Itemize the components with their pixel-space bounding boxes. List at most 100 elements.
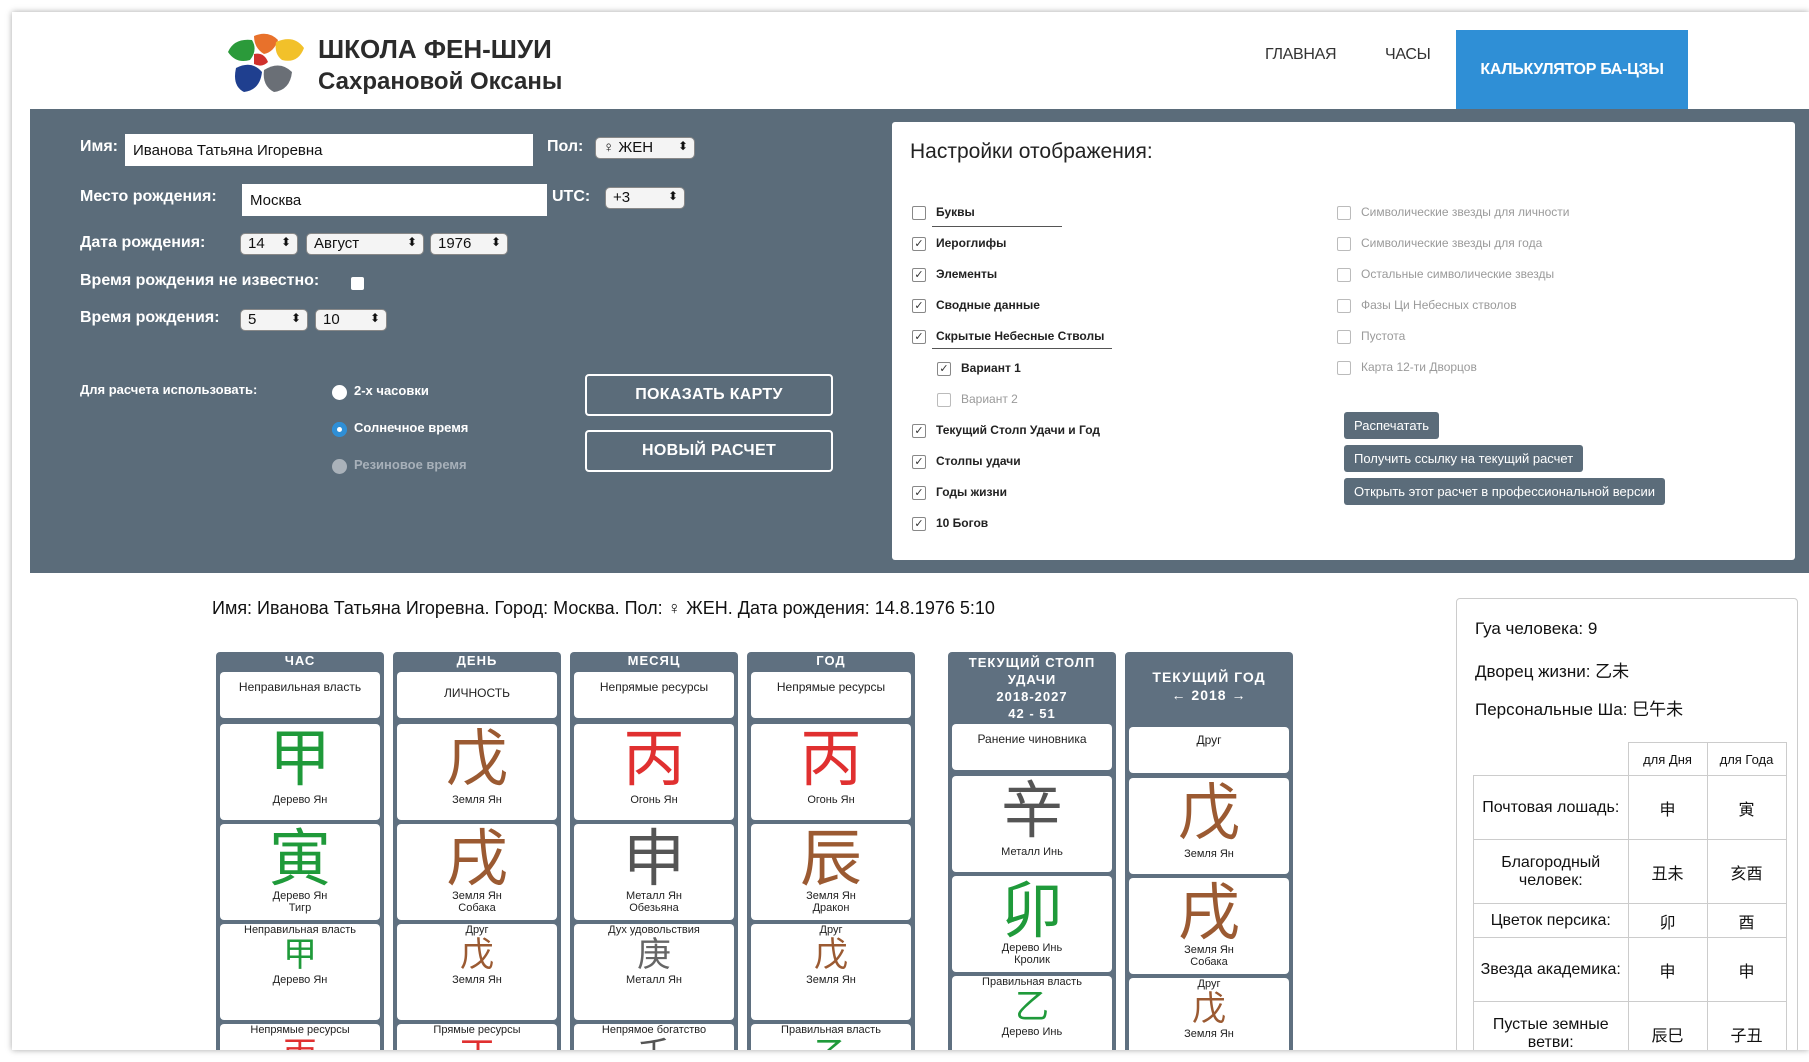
- table-row: Благородный человек: 丑未 亥酉: [1473, 839, 1787, 904]
- site-header: ШКОЛА ФЕН-ШУИ Сахрановой Оксаны ГЛАВНАЯ …: [12, 12, 1809, 109]
- calc-method-label: Для расчета использовать:: [80, 382, 258, 397]
- option-year-stars-label: Символические звезды для года: [1361, 236, 1543, 250]
- option-ten-gods-label: 10 Богов: [936, 516, 989, 530]
- hidden-glyph: 乙: [1015, 987, 1049, 1027]
- branch-element: Дерево Инь: [1001, 942, 1063, 954]
- branch-glyph: 戌: [1177, 878, 1240, 949]
- heavenly-stem: 甲 Дерево Ян: [220, 724, 380, 820]
- select-arrows-icon: ⬍: [406, 235, 417, 249]
- place-input[interactable]: [242, 184, 547, 216]
- option-void-label: Пустота: [1361, 329, 1406, 343]
- star-name: Цветок персика:: [1473, 903, 1629, 938]
- stem-glyph: 丙: [799, 724, 862, 795]
- branch-glyph: 寅: [268, 824, 331, 895]
- branch-element: Земля Ян: [806, 890, 856, 902]
- star-day: 卯: [1627, 903, 1708, 938]
- hidden-stem-2: Непрямые ресурсы 丙: [220, 1024, 380, 1050]
- month-value: Август: [314, 235, 360, 252]
- radio-solar-time-label: Солнечное время: [354, 420, 469, 435]
- option-variant2-checkbox[interactable]: [937, 393, 951, 407]
- hidden-element: Дерево Инь: [1001, 1026, 1063, 1038]
- new-calculation-button[interactable]: НОВЫЙ РАСЧЕТ: [585, 430, 833, 472]
- star-day: 申: [1627, 937, 1708, 1002]
- table-row: Пустые земные ветви: 辰巳 子丑: [1473, 1001, 1787, 1050]
- utc-label: UTC:: [552, 188, 591, 205]
- hour-value: 5: [248, 311, 257, 328]
- year-header: ТЕКУЩИЙ ГОД ← 2018 →: [1125, 652, 1293, 722]
- hour-select[interactable]: 5 ⬍: [240, 309, 308, 331]
- year-select[interactable]: 1976 ⬍: [430, 233, 508, 255]
- minute-select[interactable]: 10 ⬍: [315, 309, 387, 331]
- option-current-luck-checkbox[interactable]: ✓: [912, 424, 926, 438]
- radio-solar-time[interactable]: [332, 422, 347, 437]
- name-input[interactable]: [125, 134, 533, 166]
- stem-element: Земля Ян: [1184, 848, 1234, 860]
- option-other-stars-checkbox[interactable]: [1337, 268, 1351, 282]
- stem-glyph: 甲: [268, 724, 331, 795]
- hidden-stem-1: Друг 戊 Земля Ян: [397, 924, 557, 1020]
- hidden-element: Земля Ян: [1184, 1028, 1234, 1040]
- stem-element: Земля Ян: [452, 794, 502, 806]
- table-row: Цветок персика: 卯 酉: [1473, 903, 1787, 938]
- stem-glyph: 丙: [622, 724, 685, 795]
- nav-clock[interactable]: ЧАСЫ: [1385, 46, 1431, 64]
- option-luck-pillars-checkbox[interactable]: ✓: [912, 455, 926, 469]
- col-day: для Дня: [1627, 742, 1708, 776]
- option-current-luck-label: Текущий Столп Удачи и Год: [936, 423, 1101, 437]
- time-unknown-checkbox[interactable]: [351, 277, 364, 290]
- option-qi-phases-checkbox[interactable]: [1337, 299, 1351, 313]
- stem-element: Дерево Ян: [272, 794, 328, 806]
- option-hieroglyphs-checkbox[interactable]: ✓: [912, 237, 926, 251]
- branch-animal: Тигр: [288, 902, 312, 914]
- star-day: 丑未: [1627, 839, 1708, 904]
- select-arrows-icon: ⬍: [290, 311, 301, 325]
- year-navigator[interactable]: ← 2018 →: [1125, 686, 1293, 704]
- print-button[interactable]: Распечатать: [1344, 412, 1440, 439]
- minute-value: 10: [323, 311, 340, 328]
- hidden-stem-2: Прямые ресурсы 丁: [397, 1024, 557, 1050]
- option-hidden-stems-checkbox[interactable]: ✓: [912, 330, 926, 344]
- get-link-button[interactable]: Получить ссылку на текущий расчет: [1344, 445, 1584, 472]
- hidden-glyph: 甲: [283, 935, 317, 975]
- gender-select[interactable]: ♀ ЖЕН ⬍: [595, 137, 695, 159]
- option-letters-checkbox[interactable]: [912, 206, 926, 220]
- option-summary-checkbox[interactable]: ✓: [912, 299, 926, 313]
- life-palace: Дворец жизни: 乙未: [1475, 662, 1630, 681]
- branch-glyph: 辰: [799, 824, 862, 895]
- branch-animal: Собака: [458, 902, 496, 914]
- pillar-day: ДЕНЬ ЛИЧНОСТЬ 戊 Земля Ян 戌 Земля Ян Соба…: [393, 652, 561, 1050]
- option-year-stars-checkbox[interactable]: [1337, 237, 1351, 251]
- pillar-current-year: ТЕКУЩИЙ ГОД ← 2018 → Друг 戊 Земля Ян 戌 З…: [1125, 652, 1293, 1050]
- hidden-glyph: 乙: [751, 1036, 911, 1050]
- branch-animal: Дракон: [812, 902, 850, 914]
- option-ten-gods-checkbox[interactable]: ✓: [912, 517, 926, 531]
- option-life-years-checkbox[interactable]: ✓: [912, 486, 926, 500]
- hidden-stem-2: Непрямое богатство 壬: [574, 1024, 734, 1050]
- option-personal-stars-checkbox[interactable]: [1337, 206, 1351, 220]
- option-life-years-label: Годы жизни: [936, 485, 1008, 499]
- hidden-glyph: 丙: [220, 1036, 380, 1050]
- option-void-checkbox[interactable]: [1337, 330, 1351, 344]
- nav-home[interactable]: ГЛАВНАЯ: [1265, 46, 1337, 64]
- utc-select[interactable]: +3 ⬍: [605, 187, 685, 209]
- ten-god: Друг: [1129, 727, 1289, 773]
- hidden-glyph: 丁: [397, 1036, 557, 1050]
- radio-two-hour[interactable]: [332, 385, 347, 400]
- star-year: 亥酉: [1706, 839, 1787, 904]
- nav-bazi-calculator[interactable]: КАЛЬКУЛЯТОР БА-ЦЗЫ: [1456, 30, 1688, 109]
- month-select[interactable]: Август ⬍: [306, 233, 424, 255]
- select-arrows-icon: ⬍: [667, 189, 678, 203]
- col-year: для Года: [1706, 742, 1787, 776]
- day-select[interactable]: 14 ⬍: [240, 233, 298, 255]
- open-pro-button[interactable]: Открыть этот расчет в профессиональной в…: [1344, 478, 1666, 505]
- option-palaces-checkbox[interactable]: [1337, 361, 1351, 375]
- option-elements-checkbox[interactable]: ✓: [912, 268, 926, 282]
- luck-title: ТЕКУЩИЙ СТОЛП УДАЧИ: [968, 655, 1096, 687]
- earthly-branch: 申 Металл Ян Обезьяна: [574, 824, 734, 920]
- hidden-element: Металл Ян: [626, 974, 682, 986]
- hidden-glyph: 戊: [460, 935, 494, 975]
- option-variant1-checkbox[interactable]: ✓: [937, 362, 951, 376]
- option-variant1-label: Вариант 1: [961, 361, 1021, 375]
- branch-element: Земля Ян: [1184, 944, 1234, 956]
- show-chart-button[interactable]: ПОКАЗАТЬ КАРТУ: [585, 374, 833, 416]
